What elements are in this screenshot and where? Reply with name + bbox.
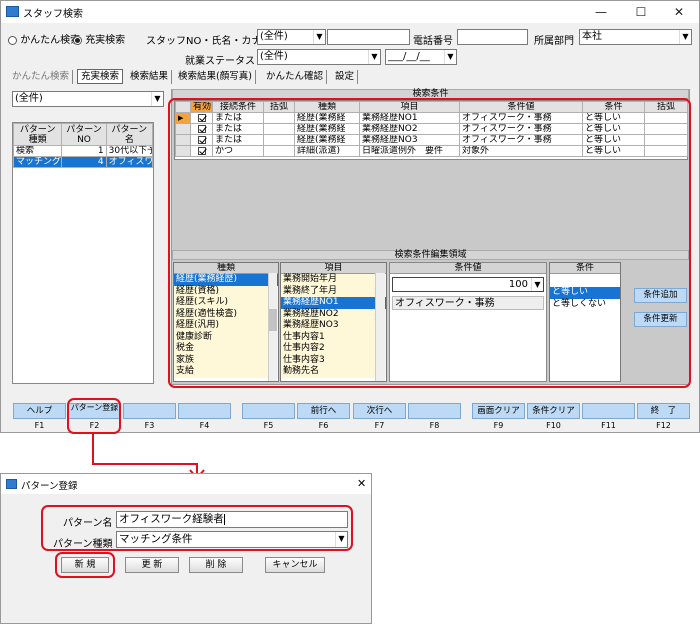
phone-input[interactable] bbox=[457, 29, 528, 45]
highlight-conditions bbox=[168, 98, 691, 388]
dept-label: 所属部門 bbox=[534, 36, 574, 47]
staff-select-value: (全件) bbox=[260, 31, 288, 42]
fkey-f6-button[interactable]: 前行へ bbox=[297, 403, 350, 419]
table-row[interactable]: マッチング 4 オフィスワ bbox=[12, 156, 154, 168]
highlight-f2 bbox=[67, 398, 121, 434]
fkey-label: F9 bbox=[493, 421, 504, 430]
fkey-f10-button[interactable]: 条件クリア bbox=[527, 403, 580, 419]
chevron-down-icon: ▼ bbox=[151, 92, 163, 106]
radio-full-label: 充実検索 bbox=[85, 35, 126, 46]
highlight-new-button bbox=[55, 552, 115, 578]
fkey-f3-button[interactable] bbox=[123, 403, 176, 419]
tab-results[interactable]: 検索結果 bbox=[127, 70, 173, 84]
tab-settings[interactable]: 設定 bbox=[332, 70, 359, 84]
close-button[interactable]: ✕ bbox=[659, 1, 699, 23]
dept-select-value: 本社 bbox=[582, 31, 602, 42]
radio-full-search[interactable]: 充実検索 bbox=[73, 31, 125, 46]
cell-name: 30代以下予 bbox=[105, 145, 154, 157]
col-pattern-no[interactable]: パターンNO bbox=[61, 123, 107, 146]
dialog-title: パターン登録 bbox=[21, 481, 78, 492]
dept-select[interactable]: 本社 ▼ bbox=[579, 29, 692, 45]
fkey-label: F10 bbox=[546, 421, 561, 430]
tab-full-search[interactable]: 充実検索 bbox=[77, 69, 124, 84]
pattern-list-grid: パターン種類 パターンNO パターン名 検索 1 30代以下予 マッチング 4 … bbox=[12, 122, 154, 384]
cell-name: オフィスワ bbox=[105, 156, 154, 168]
fkey-f9-button[interactable]: 画面クリア bbox=[472, 403, 525, 419]
title-bar: スタッフ検索 — ☐ ✕ bbox=[1, 1, 699, 23]
tab-simple-search[interactable]: かんたん検索 bbox=[9, 70, 74, 84]
fkey-label: F7 bbox=[374, 421, 385, 430]
highlight-dialog-fields bbox=[41, 505, 353, 551]
fkey-label: F1 bbox=[34, 421, 45, 430]
tab-simple-confirm[interactable]: かんたん確認 bbox=[263, 70, 328, 84]
col-pattern-name[interactable]: パターン名 bbox=[105, 123, 154, 146]
app-icon bbox=[6, 6, 19, 17]
pattern-filter-select[interactable]: (全件) ▼ bbox=[12, 91, 164, 107]
fkey-f5-button[interactable] bbox=[242, 403, 295, 419]
col-pattern-type[interactable]: パターン種類 bbox=[12, 123, 63, 146]
fkey-label: F5 bbox=[263, 421, 274, 430]
status-select[interactable]: (全件) ▼ bbox=[257, 49, 381, 65]
fkey-f8-button[interactable] bbox=[408, 403, 461, 419]
cell-no: 4 bbox=[61, 156, 107, 168]
cell-type: 検索 bbox=[12, 145, 63, 157]
delete-button[interactable]: 削 除 bbox=[189, 557, 243, 573]
maximize-button[interactable]: ☐ bbox=[621, 1, 661, 23]
chevron-down-icon: ▼ bbox=[368, 50, 380, 64]
dialog-title-bar: パターン登録 ✕ bbox=[1, 474, 371, 494]
date-select[interactable]: ___/__/__ ▼ bbox=[385, 49, 457, 65]
phone-label: 電話番号 bbox=[413, 36, 453, 47]
cell-type: マッチング bbox=[12, 156, 63, 168]
staff-input[interactable] bbox=[327, 29, 410, 45]
staff-search-window: スタッフ検索 — ☐ ✕ かんたん検索 充実検索 スタッフNO・氏名・カナ (全… bbox=[0, 0, 700, 434]
radio-simple-label: かんたん検索 bbox=[20, 35, 81, 46]
cell-no: 1 bbox=[61, 145, 107, 157]
fkey-f11-button[interactable] bbox=[582, 403, 635, 419]
status-label: 就業ステータス bbox=[185, 56, 255, 67]
cancel-button[interactable]: キャンセル bbox=[265, 557, 325, 573]
update-button[interactable]: 更 新 bbox=[125, 557, 179, 573]
chevron-down-icon: ▼ bbox=[444, 50, 456, 64]
chevron-down-icon: ▼ bbox=[679, 30, 691, 44]
date-select-value: ___/__/__ bbox=[388, 51, 430, 62]
fkey-label: F4 bbox=[199, 421, 210, 430]
pattern-register-dialog: パターン登録 ✕ パターン名 オフィスワーク経験者 パターン種類 マッチング条件… bbox=[0, 473, 372, 624]
staff-label: スタッフNO・氏名・カナ bbox=[146, 36, 262, 47]
minimize-button[interactable]: — bbox=[581, 1, 621, 23]
chevron-down-icon: ▼ bbox=[313, 30, 325, 44]
fkey-f7-button[interactable]: 次行へ bbox=[353, 403, 406, 419]
fkey-f4-button[interactable] bbox=[178, 403, 231, 419]
dialog-close-button[interactable]: ✕ bbox=[357, 477, 366, 490]
radio-full-icon[interactable] bbox=[73, 35, 82, 45]
fkey-f12-button[interactable]: 終 了 bbox=[637, 403, 690, 419]
window-title: スタッフ検索 bbox=[23, 8, 83, 20]
fkey-label: F11 bbox=[601, 421, 616, 430]
staff-select[interactable]: (全件) ▼ bbox=[257, 29, 326, 45]
fkey-label: F3 bbox=[144, 421, 155, 430]
pattern-filter-value: (全件) bbox=[15, 93, 43, 104]
dialog-app-icon bbox=[6, 479, 17, 489]
fkey-f1-button[interactable]: ヘルプ bbox=[13, 403, 66, 419]
radio-simple-search[interactable]: かんたん検索 bbox=[8, 31, 80, 46]
status-select-value: (全件) bbox=[260, 51, 288, 62]
tab-results-photo[interactable]: 検索結果(顔写真) bbox=[175, 70, 256, 84]
table-row[interactable]: 検索 1 30代以下予 bbox=[12, 145, 154, 157]
fkey-label: F8 bbox=[429, 421, 440, 430]
fkey-label: F12 bbox=[656, 421, 671, 430]
fkey-label: F6 bbox=[318, 421, 329, 430]
radio-simple-icon[interactable] bbox=[8, 35, 17, 45]
